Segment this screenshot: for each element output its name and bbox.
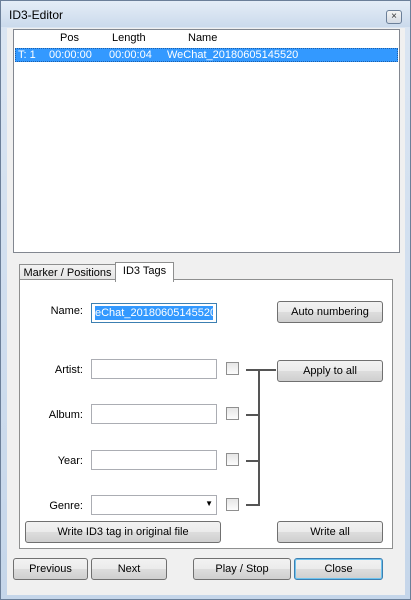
name-field[interactable]: eChat_20180605145520	[91, 303, 217, 323]
track-name: WeChat_20180605145520	[167, 49, 299, 61]
list-item[interactable]: T: 1 00:00:00 00:00:04 WeChat_2018060514…	[15, 48, 398, 62]
genre-combobox[interactable]: ▼	[91, 495, 217, 515]
client-area: Pos Length Name T: 1 00:00:00 00:00:04 W…	[7, 28, 405, 595]
album-field[interactable]	[91, 404, 217, 424]
bracket-vertical	[258, 369, 260, 505]
play-stop-button[interactable]: Play / Stop	[193, 558, 291, 580]
year-field[interactable]	[91, 450, 217, 470]
close-window-icon[interactable]: ×	[386, 10, 402, 24]
apply-to-all-button[interactable]: Apply to all	[277, 360, 383, 382]
name-field-value: eChat_20180605145520	[95, 306, 213, 320]
write-id3-original-button[interactable]: Write ID3 tag in original file	[25, 521, 221, 543]
auto-numbering-button[interactable]: Auto numbering	[277, 301, 383, 323]
column-header-name[interactable]: Name	[188, 32, 217, 44]
year-checkbox[interactable]	[226, 453, 239, 466]
artist-label: Artist:	[54, 364, 83, 376]
artist-checkbox[interactable]	[226, 362, 239, 375]
artist-field[interactable]	[91, 359, 217, 379]
bracket-album	[246, 414, 259, 416]
track-pos: 00:00:00	[49, 49, 92, 61]
next-button[interactable]: Next	[91, 558, 167, 580]
chevron-down-icon[interactable]: ▼	[205, 499, 213, 508]
genre-checkbox[interactable]	[226, 498, 239, 511]
write-all-button[interactable]: Write all	[277, 521, 383, 543]
bracket-bottom	[246, 504, 260, 506]
close-button[interactable]: Close	[294, 558, 383, 580]
track-number: T: 1	[18, 49, 36, 61]
track-list[interactable]: Pos Length Name T: 1 00:00:00 00:00:04 W…	[13, 29, 400, 253]
album-checkbox[interactable]	[226, 407, 239, 420]
column-header-pos[interactable]: Pos	[60, 32, 79, 44]
window-title: ID3-Editor	[9, 8, 64, 22]
year-label: Year:	[57, 455, 83, 467]
name-label: Name:	[50, 305, 83, 317]
bracket-year	[246, 460, 259, 462]
genre-label: Genre:	[49, 500, 83, 512]
column-header-length[interactable]: Length	[112, 32, 146, 44]
track-length: 00:00:04	[109, 49, 152, 61]
tab-id3-tags[interactable]: ID3 Tags	[115, 262, 174, 282]
title-bar[interactable]: ID3-Editor ×	[1, 1, 410, 27]
previous-button[interactable]: Previous	[13, 558, 88, 580]
bracket-top	[246, 369, 276, 371]
album-label: Album:	[48, 409, 83, 421]
id3-tags-panel: Name: eChat_20180605145520 Auto numberin…	[19, 279, 393, 549]
list-header: Pos Length Name	[14, 30, 399, 46]
id3-editor-window: ID3-Editor × Pos Length Name T: 1 00:00:…	[0, 0, 411, 600]
